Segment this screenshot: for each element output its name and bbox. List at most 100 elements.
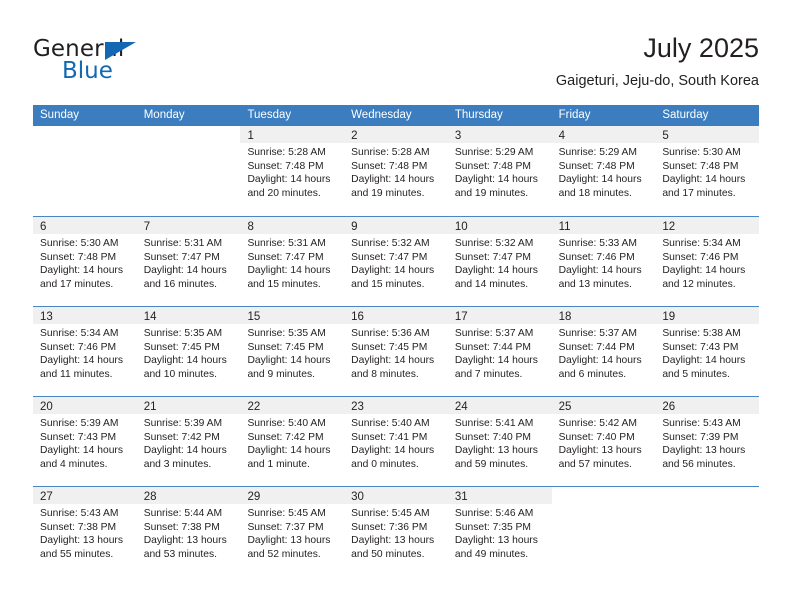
day-details: Sunrise: 5:34 AM Sunset: 7:46 PM Daylight:…	[655, 234, 759, 291]
sunset-text: Sunset: 7:48 PM	[351, 160, 428, 172]
day-details: Sunrise: 5:42 AM Sunset: 7:40 PM Daylight:…	[552, 414, 656, 471]
day-cell-20[interactable]: 20 Sunrise: 5:39 AM Sunset: 7:43 PM Dayligh…	[33, 397, 137, 486]
day-cell-6[interactable]: 6 Sunrise: 5:30 AM Sunset: 7:48 PM Daylight…	[33, 217, 137, 306]
day-number-bar: 31	[447, 487, 552, 504]
day-number-bar: 3	[447, 126, 552, 143]
sunset-text: Sunset: 7:37 PM	[247, 521, 324, 533]
daylight-text-cont: and 9 minutes.	[247, 368, 315, 380]
sunset-text: Sunset: 7:36 PM	[351, 521, 428, 533]
daylight-text: Daylight: 13 hours	[454, 445, 538, 457]
day-cell-24[interactable]: 24 Sunrise: 5:41 AM Sunset: 7:40 PM Dayligh…	[447, 397, 552, 486]
day-number: 24	[454, 401, 468, 413]
sunrise-text: Sunrise: 5:30 AM	[662, 147, 741, 158]
sunset-text: Sunset: 7:45 PM	[143, 341, 220, 353]
sunset-text: Sunset: 7:44 PM	[454, 341, 532, 353]
weekday-header-wednesday: Wednesday	[351, 109, 412, 121]
day-cell-2[interactable]: 2 Sunrise: 5:28 AM Sunset: 7:48 PM Daylight…	[344, 126, 448, 216]
day-number: 17	[454, 311, 468, 323]
daylight-text: Daylight: 14 hours	[143, 445, 227, 457]
day-details: Sunrise: 5:31 AM Sunset: 7:47 PM Daylight:…	[137, 234, 241, 291]
sunrise-text: Sunrise: 5:31 AM	[247, 238, 326, 249]
day-cell-27[interactable]: 27 Sunrise: 5:43 AM Sunset: 7:38 PM Dayligh…	[33, 487, 137, 576]
daylight-text: Daylight: 14 hours	[40, 355, 123, 367]
day-cell-7[interactable]: 7 Sunrise: 5:31 AM Sunset: 7:47 PM Daylight…	[136, 217, 241, 306]
daylight-text-cont: and 3 minutes.	[143, 458, 212, 470]
day-number: 30	[351, 491, 364, 503]
weekday-header-sunday: Sunday	[40, 109, 80, 121]
day-cell-28[interactable]: 28 Sunrise: 5:44 AM Sunset: 7:38 PM Dayligh…	[136, 487, 241, 576]
day-cell-11[interactable]: 11 Sunrise: 5:33 AM Sunset: 7:46 PM Dayligh…	[551, 217, 656, 306]
day-cell-1[interactable]: 1 Sunrise: 5:28 AM Sunset: 7:48 PM Daylight…	[240, 126, 345, 216]
day-cell-17[interactable]: 17 Sunrise: 5:37 AM Sunset: 7:44 PM Dayligh…	[447, 307, 552, 396]
day-cell-4[interactable]: 4 Sunrise: 5:29 AM Sunset: 7:48 PM Daylight…	[551, 126, 656, 216]
day-cell-16[interactable]: 16 Sunrise: 5:36 AM Sunset: 7:45 PM Dayligh…	[344, 307, 448, 396]
sunrise-text: Sunrise: 5:32 AM	[454, 238, 534, 249]
day-number-bar: 7	[136, 217, 241, 234]
sunset-text: Sunset: 7:47 PM	[454, 251, 532, 263]
weekday-header-thursday: Thursday	[454, 109, 503, 121]
page-header: General Blue July 2025 Gaigeturi, Jeju-d…	[0, 0, 792, 104]
day-details: Sunrise: 5:40 AM Sunset: 7:41 PM Daylight:…	[344, 414, 448, 471]
day-cell-14[interactable]: 14 Sunrise: 5:35 AM Sunset: 7:45 PM Dayligh…	[136, 307, 241, 396]
day-cell-3[interactable]: 3 Sunrise: 5:29 AM Sunset: 7:48 PM Daylight…	[447, 126, 552, 216]
daylight-text-cont: and 53 minutes.	[143, 548, 217, 560]
sunrise-text: Sunrise: 5:35 AM	[143, 328, 223, 339]
day-number: 11	[558, 221, 571, 233]
day-number: 28	[143, 491, 157, 503]
daylight-text: Daylight: 13 hours	[351, 535, 435, 547]
day-number-bar: 9	[344, 217, 448, 234]
day-cell-19[interactable]: 19 Sunrise: 5:38 AM Sunset: 7:43 PM Dayligh…	[655, 307, 760, 396]
day-cell-22[interactable]: 22 Sunrise: 5:40 AM Sunset: 7:42 PM Dayligh…	[240, 397, 345, 486]
daylight-text: Daylight: 14 hours	[454, 355, 538, 367]
day-number-bar: 14	[136, 307, 241, 324]
day-details: Sunrise: 5:30 AM Sunset: 7:48 PM Daylight:…	[655, 143, 759, 200]
day-number-bar: 18	[551, 307, 656, 324]
day-number: 4	[558, 130, 565, 142]
sunrise-text: Sunrise: 5:45 AM	[247, 508, 326, 519]
day-number-bar: 4	[551, 126, 656, 143]
day-details: Sunrise: 5:43 AM Sunset: 7:39 PM Daylight:…	[655, 414, 759, 471]
day-details: Sunrise: 5:39 AM Sunset: 7:42 PM Daylight:…	[137, 414, 241, 471]
sunrise-text: Sunrise: 5:45 AM	[351, 508, 430, 519]
day-number: 23	[351, 401, 364, 413]
sunset-text: Sunset: 7:40 PM	[558, 431, 635, 443]
day-number: 2	[351, 130, 358, 142]
daylight-text: Daylight: 14 hours	[247, 174, 331, 186]
day-cell-21[interactable]: 21 Sunrise: 5:39 AM Sunset: 7:42 PM Dayligh…	[136, 397, 241, 486]
sunrise-text: Sunrise: 5:30 AM	[40, 238, 119, 249]
day-cell-9[interactable]: 9 Sunrise: 5:32 AM Sunset: 7:47 PM Daylight…	[344, 217, 448, 306]
day-cell-29[interactable]: 29 Sunrise: 5:45 AM Sunset: 7:37 PM Dayligh…	[240, 487, 345, 576]
daylight-text-cont: and 20 minutes.	[247, 187, 321, 199]
day-number-bar	[33, 126, 137, 143]
sunrise-text: Sunrise: 5:34 AM	[662, 238, 741, 249]
day-cell-10[interactable]: 10 Sunrise: 5:32 AM Sunset: 7:47 PM Dayligh…	[447, 217, 552, 306]
day-cell-31[interactable]: 31 Sunrise: 5:46 AM Sunset: 7:35 PM Dayligh…	[447, 487, 552, 576]
day-number-bar: 21	[136, 397, 241, 414]
sunset-text: Sunset: 7:46 PM	[558, 251, 635, 263]
day-cell-12[interactable]: 12 Sunrise: 5:34 AM Sunset: 7:46 PM Dayligh…	[655, 217, 760, 306]
day-cell-18[interactable]: 18 Sunrise: 5:37 AM Sunset: 7:44 PM Dayligh…	[551, 307, 656, 396]
daylight-text-cont: and 59 minutes.	[454, 458, 529, 470]
day-number-bar: 28	[136, 487, 241, 504]
day-cell-13[interactable]: 13 Sunrise: 5:34 AM Sunset: 7:46 PM Dayligh…	[33, 307, 137, 396]
day-number-bar: 22	[240, 397, 345, 414]
day-number: 14	[143, 311, 157, 323]
day-number-bar: 20	[33, 397, 137, 414]
calendar-week-row: 6 Sunrise: 5:30 AM Sunset: 7:48 PM Daylight…	[33, 216, 760, 306]
day-cell-5[interactable]: 5 Sunrise: 5:30 AM Sunset: 7:48 PM Daylight…	[655, 126, 760, 216]
sunrise-text: Sunrise: 5:46 AM	[454, 508, 534, 519]
daylight-text-cont: and 0 minutes.	[351, 458, 419, 470]
day-number: 26	[662, 401, 676, 413]
daylight-text: Daylight: 14 hours	[351, 445, 435, 457]
day-number-bar: 5	[655, 126, 760, 143]
day-cell-23[interactable]: 23 Sunrise: 5:40 AM Sunset: 7:41 PM Dayligh…	[344, 397, 448, 486]
day-cell-30[interactable]: 30 Sunrise: 5:45 AM Sunset: 7:36 PM Dayligh…	[344, 487, 448, 576]
day-cell-26[interactable]: 26 Sunrise: 5:43 AM Sunset: 7:39 PM Dayligh…	[655, 397, 760, 486]
day-cell-8[interactable]: 8 Sunrise: 5:31 AM Sunset: 7:47 PM Daylight…	[240, 217, 345, 306]
day-cell-15[interactable]: 15 Sunrise: 5:35 AM Sunset: 7:45 PM Dayligh…	[240, 307, 345, 396]
daylight-text-cont: and 55 minutes.	[40, 548, 114, 560]
sunrise-text: Sunrise: 5:31 AM	[143, 238, 223, 249]
brand-logo[interactable]: General Blue	[33, 36, 233, 84]
day-cell-25[interactable]: 25 Sunrise: 5:42 AM Sunset: 7:40 PM Dayligh…	[551, 397, 656, 486]
day-details: Sunrise: 5:37 AM Sunset: 7:44 PM Daylight:…	[448, 324, 552, 381]
